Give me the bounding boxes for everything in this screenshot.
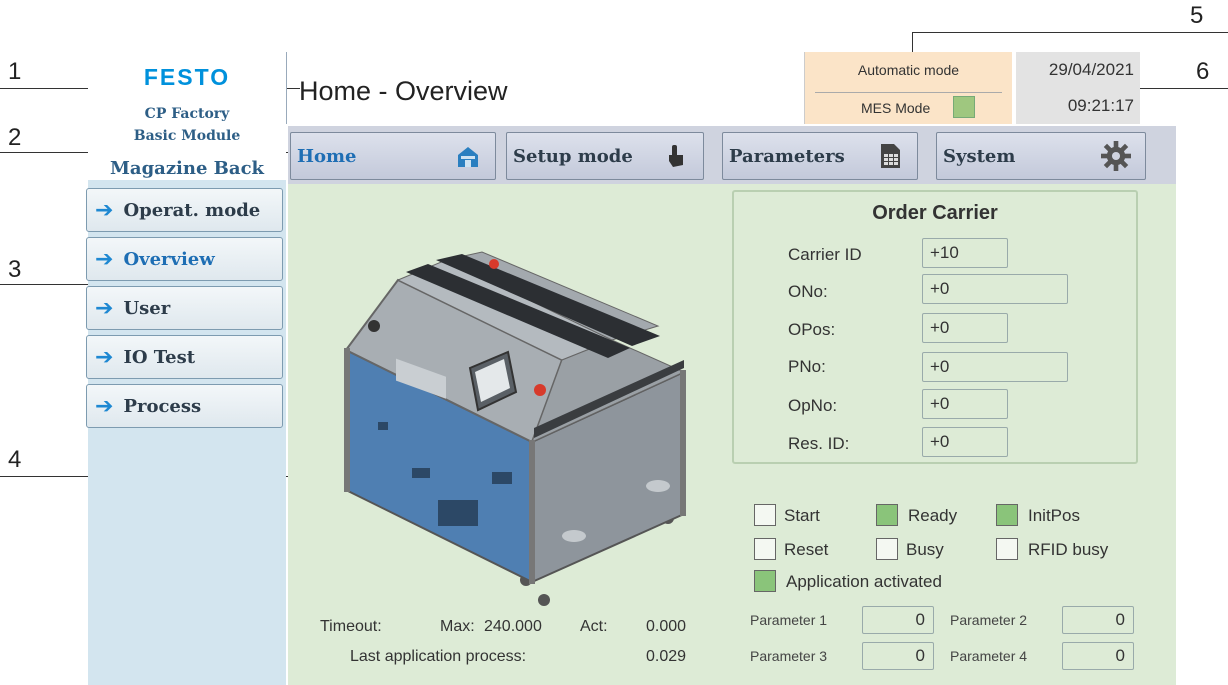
callout-5: 5 [1190,2,1204,29]
sidebar-item-user[interactable]: ➔ User [86,286,283,330]
start-indicator [754,504,776,526]
arrow-right-icon: ➔ [95,246,114,272]
tab-setup-mode[interactable]: Setup mode [506,132,704,180]
ready-label: Ready [908,506,958,525]
tab-label: Setup mode [513,145,633,167]
parameter-3-field: 0 [862,642,934,670]
opos-field: +0 [922,313,1008,343]
callout-line-3 [0,284,94,285]
last-process-label: Last application process: [350,648,527,665]
document-table-icon [881,144,900,168]
parameter-2-field: 0 [1062,606,1134,634]
arrow-right-icon: ➔ [95,197,114,223]
initpos-indicator [996,504,1018,526]
mes-mode-label: MES Mode [861,100,931,116]
timeout-act-label: Act: [580,618,608,635]
pno-label: PNo: [788,357,826,376]
product-line: CP Factory [144,106,230,122]
callout-1: 1 [8,58,22,85]
tab-label: System [943,145,1016,167]
sidebar-item-process[interactable]: ➔ Process [86,384,283,428]
sidebar-item-io-test[interactable]: ➔ IO Test [86,335,283,379]
festo-logo: FESTO [143,64,231,90]
reset-label: Reset [784,540,829,559]
arrow-right-icon: ➔ [95,393,114,419]
tab-label: Home [297,145,357,167]
initpos-label: InitPos [1028,506,1080,525]
res-id-field: +0 [922,427,1008,457]
carrier-id-label: Carrier ID [788,245,862,264]
callout-3: 3 [8,256,22,283]
arrow-right-icon: ➔ [95,295,114,321]
timeout-act-value: 0.000 [646,618,687,635]
timeout-max-label: Max: [440,618,475,635]
busy-indicator [876,538,898,560]
start-label: Start [784,506,820,525]
ready-indicator [876,504,898,526]
title-area: Home - Overview [286,52,806,124]
page-title: Home - Overview [299,76,508,106]
sidebar-item-label: Process [123,395,202,417]
sidebar-item-label: Overview [123,248,215,270]
callout-2: 2 [8,124,22,151]
logo-area: FESTO CP Factory Basic Module Magazine B… [88,52,286,180]
parameter-4-label: Parameter 4 [950,648,1028,664]
magazine-station-image [344,251,686,606]
application-activated-indicator [754,570,776,592]
tab-system[interactable]: System [936,132,1146,180]
opos-label: OPos: [788,320,836,339]
parameter-1-label: Parameter 1 [750,612,828,628]
order-carrier-title: Order Carrier [872,202,998,224]
res-id-label: Res. ID: [788,434,850,453]
parameter-1-field: 0 [862,606,934,634]
opno-label: OpNo: [788,396,838,415]
tab-home[interactable]: Home [290,132,496,180]
tab-parameters[interactable]: Parameters [722,132,918,180]
last-process-value: 0.029 [646,648,687,665]
gear-icon [1101,141,1131,171]
callout-6: 6 [1196,58,1210,85]
reset-indicator [754,538,776,560]
carrier-id-field: +10 [922,238,1008,268]
sidebar-item-label: IO Test [123,346,196,368]
parameter-3-label: Parameter 3 [750,648,828,664]
ono-label: ONo: [788,282,828,301]
ono-field: +0 [922,274,1068,304]
arrow-right-icon: ➔ [95,344,114,370]
date-display: 29/04/2021 [1048,60,1134,79]
parameter-4-field: 0 [1062,642,1134,670]
house-icon [458,147,478,167]
timeout-max-value: 240.000 [484,618,542,635]
time-display: 09:21:17 [1067,96,1134,115]
busy-label: Busy [906,540,944,559]
station-name: Magazine Back [109,158,264,179]
module-type: Basic Module [133,128,241,144]
sidebar-item-label: Operat. mode [123,199,261,221]
pno-field: +0 [922,352,1068,382]
sidebar-item-label: User [123,297,171,319]
callout-4: 4 [8,446,22,473]
mode-status-box: Automatic mode MES Mode [804,52,1012,124]
mes-mode-indicator [953,96,975,118]
opno-field: +0 [922,389,1008,419]
automatic-mode-label: Automatic mode [857,62,960,78]
application-activated-label: Application activated [786,572,942,591]
timeout-label: Timeout: [320,618,382,635]
rfid-busy-label: RFID busy [1028,540,1109,559]
hand-pointer-icon [669,145,683,167]
parameter-2-label: Parameter 2 [950,612,1028,628]
datetime-box: 29/04/2021 09:21:17 [1016,52,1140,124]
sidebar-item-operat-mode[interactable]: ➔ Operat. mode [86,188,283,232]
mode-divider [815,92,1002,93]
sidebar-item-overview[interactable]: ➔ Overview [86,237,283,281]
rfid-busy-indicator [996,538,1018,560]
tab-label: Parameters [729,145,845,167]
callout-line-5 [912,32,1228,33]
